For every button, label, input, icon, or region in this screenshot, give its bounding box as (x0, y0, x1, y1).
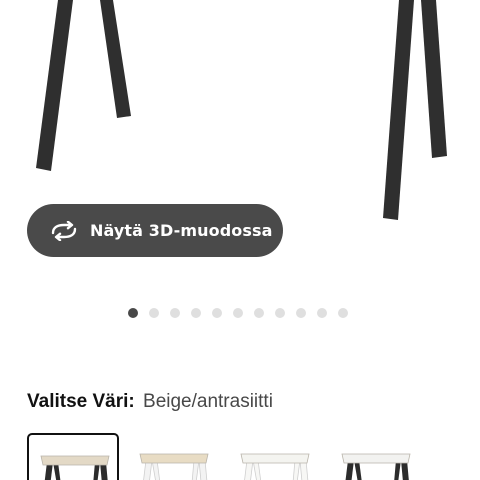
color-swatch[interactable] (128, 433, 220, 480)
color-swatch[interactable] (229, 433, 321, 480)
gallery-dot[interactable] (233, 308, 243, 318)
gallery-dot[interactable] (275, 308, 285, 318)
gallery-dot[interactable] (338, 308, 348, 318)
table-thumbnail-icon (341, 453, 411, 480)
gallery-pagination (128, 308, 348, 318)
left-front-leg (36, 0, 73, 171)
left-back-leg (100, 0, 131, 118)
gallery-dot[interactable] (191, 308, 201, 318)
table-thumbnail-icon (40, 455, 110, 480)
gallery-dot[interactable] (128, 308, 138, 318)
right-front-leg (383, 0, 414, 220)
product-page: Näytä 3D-muodossa Valitse Väri: Beige/an… (0, 0, 480, 480)
color-label: Valitse Väri: (27, 391, 135, 412)
table-legs (36, 0, 447, 220)
gallery-dot[interactable] (170, 308, 180, 318)
right-back-leg (421, 0, 447, 158)
gallery-dot[interactable] (149, 308, 159, 318)
color-swatch[interactable] (27, 433, 119, 480)
rotate-3d-icon (51, 220, 77, 241)
view-3d-button[interactable]: Näytä 3D-muodossa (27, 204, 283, 257)
view-3d-label: Näytä 3D-muodossa (90, 221, 273, 240)
selected-color-value: Beige/antrasiitti (143, 391, 273, 412)
gallery-dot[interactable] (296, 308, 306, 318)
color-selector-heading: Valitse Väri: Beige/antrasiitti (27, 391, 273, 413)
gallery-dot[interactable] (212, 308, 222, 318)
color-swatch[interactable] (330, 433, 422, 480)
table-thumbnail-icon (139, 453, 209, 480)
gallery-dot[interactable] (317, 308, 327, 318)
gallery-dot[interactable] (254, 308, 264, 318)
table-thumbnail-icon (240, 453, 310, 480)
